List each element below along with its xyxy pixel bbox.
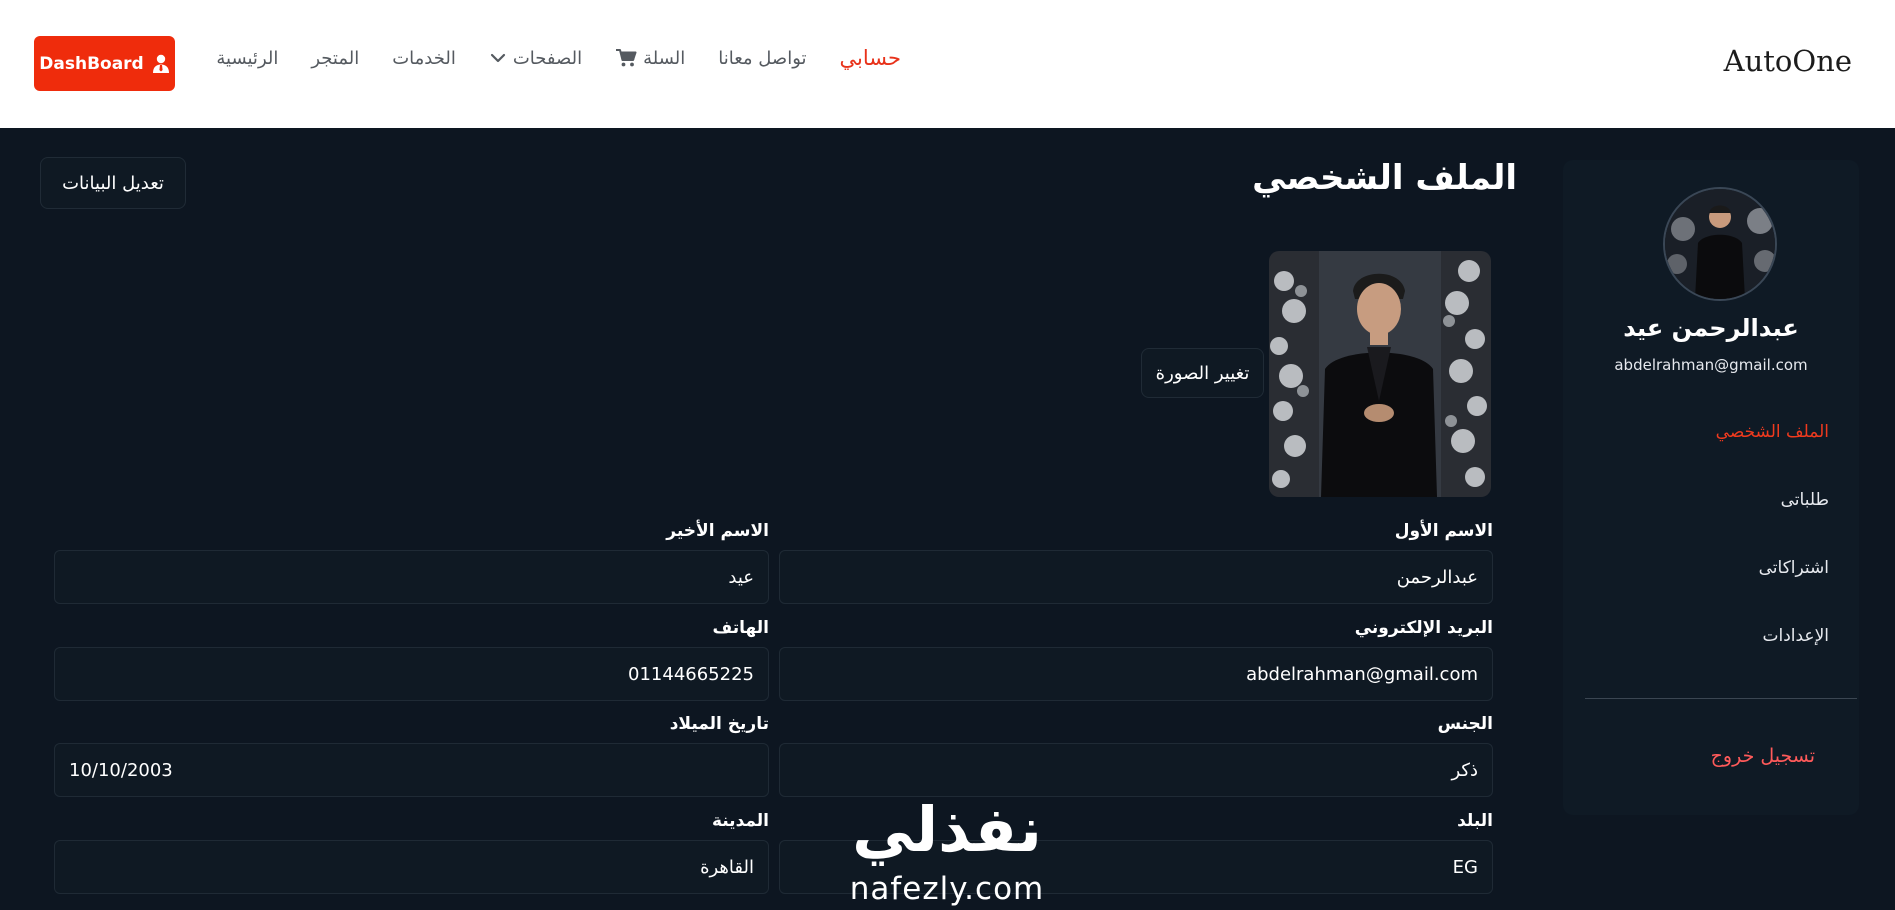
nav-link-contact[interactable]: تواصل معانا: [718, 48, 806, 69]
city-label: المدينة: [711, 811, 769, 831]
nav-link-my-account[interactable]: حسابي: [840, 46, 901, 70]
dashboard-button[interactable]: DashBoard: [34, 36, 175, 91]
change-photo-button[interactable]: تغيير الصورة: [1141, 348, 1264, 398]
sidebar-item-orders[interactable]: طلباتى: [1781, 490, 1829, 510]
sidebar-item-profile[interactable]: الملف الشخصي: [1716, 422, 1829, 442]
last-name-label: الاسم الأخير: [666, 521, 769, 541]
nav-link-label: الصفحات: [512, 47, 583, 69]
logout-link[interactable]: تسجيل خروج: [1711, 745, 1815, 767]
profile-photo: [1269, 251, 1491, 497]
phone-field[interactable]: 01144665225: [54, 647, 769, 701]
nav-link-store[interactable]: المتجر: [311, 48, 359, 69]
user-email: abdelrahman@gmail.com: [1614, 356, 1808, 374]
avatar: [1663, 187, 1777, 301]
nav-link-pages[interactable]: الصفحات: [489, 48, 582, 69]
chevron-down-icon: [490, 53, 505, 63]
birth-date-field[interactable]: 10/10/2003: [54, 743, 769, 797]
email-field[interactable]: abdelrahman@gmail.com: [779, 647, 1493, 701]
sidebar-item-settings[interactable]: الإعدادات: [1762, 626, 1829, 646]
country-field[interactable]: EG: [779, 840, 1493, 894]
brand-logo[interactable]: AutoOne: [1724, 44, 1852, 78]
user-name: عبدالرحمن عيد: [1623, 314, 1799, 342]
page-title: الملف الشخصي: [1252, 158, 1517, 198]
sidebar-divider: [1585, 698, 1857, 699]
user-tie-icon: [152, 54, 169, 73]
nav-link-label: المتجر: [311, 47, 360, 69]
birth-date-label: تاريخ الميلاد: [669, 714, 769, 734]
edit-profile-button[interactable]: تعديل البيانات: [40, 157, 186, 209]
top-navbar: AutoOne الرئيسية المتجر الخدمات الصفحات …: [0, 0, 1895, 128]
first-name-label: الاسم الأول: [1394, 521, 1493, 541]
city-field[interactable]: القاهرة: [54, 840, 769, 894]
nav-link-label: الرئيسية: [216, 47, 279, 69]
phone-label: الهاتف: [712, 618, 769, 638]
nav-link-label: السلة: [643, 47, 686, 69]
nav-link-label: تواصل معانا: [718, 47, 807, 69]
dashboard-button-label: DashBoard: [39, 53, 144, 74]
main-nav: الرئيسية المتجر الخدمات الصفحات السلة تو…: [216, 46, 901, 70]
cart-icon: [616, 49, 637, 67]
nav-link-label: حسابي: [839, 46, 901, 70]
profile-sidebar: عبدالرحمن عيد abdelrahman@gmail.com المل…: [1563, 160, 1859, 815]
first-name-field[interactable]: عبدالرحمن: [779, 550, 1493, 604]
nav-link-cart[interactable]: السلة: [615, 48, 685, 69]
country-label: البلد: [1457, 811, 1493, 831]
gender-label: الجنس: [1437, 714, 1493, 734]
nav-link-home[interactable]: الرئيسية: [216, 48, 278, 69]
last-name-field[interactable]: عيد: [54, 550, 769, 604]
sidebar-item-subscriptions[interactable]: اشتراكاتى: [1759, 558, 1829, 578]
gender-field[interactable]: ذكر: [779, 743, 1493, 797]
nav-link-label: الخدمات: [392, 47, 456, 69]
nav-link-services[interactable]: الخدمات: [392, 48, 456, 69]
email-label: البريد الإلكتروني: [1354, 618, 1493, 638]
